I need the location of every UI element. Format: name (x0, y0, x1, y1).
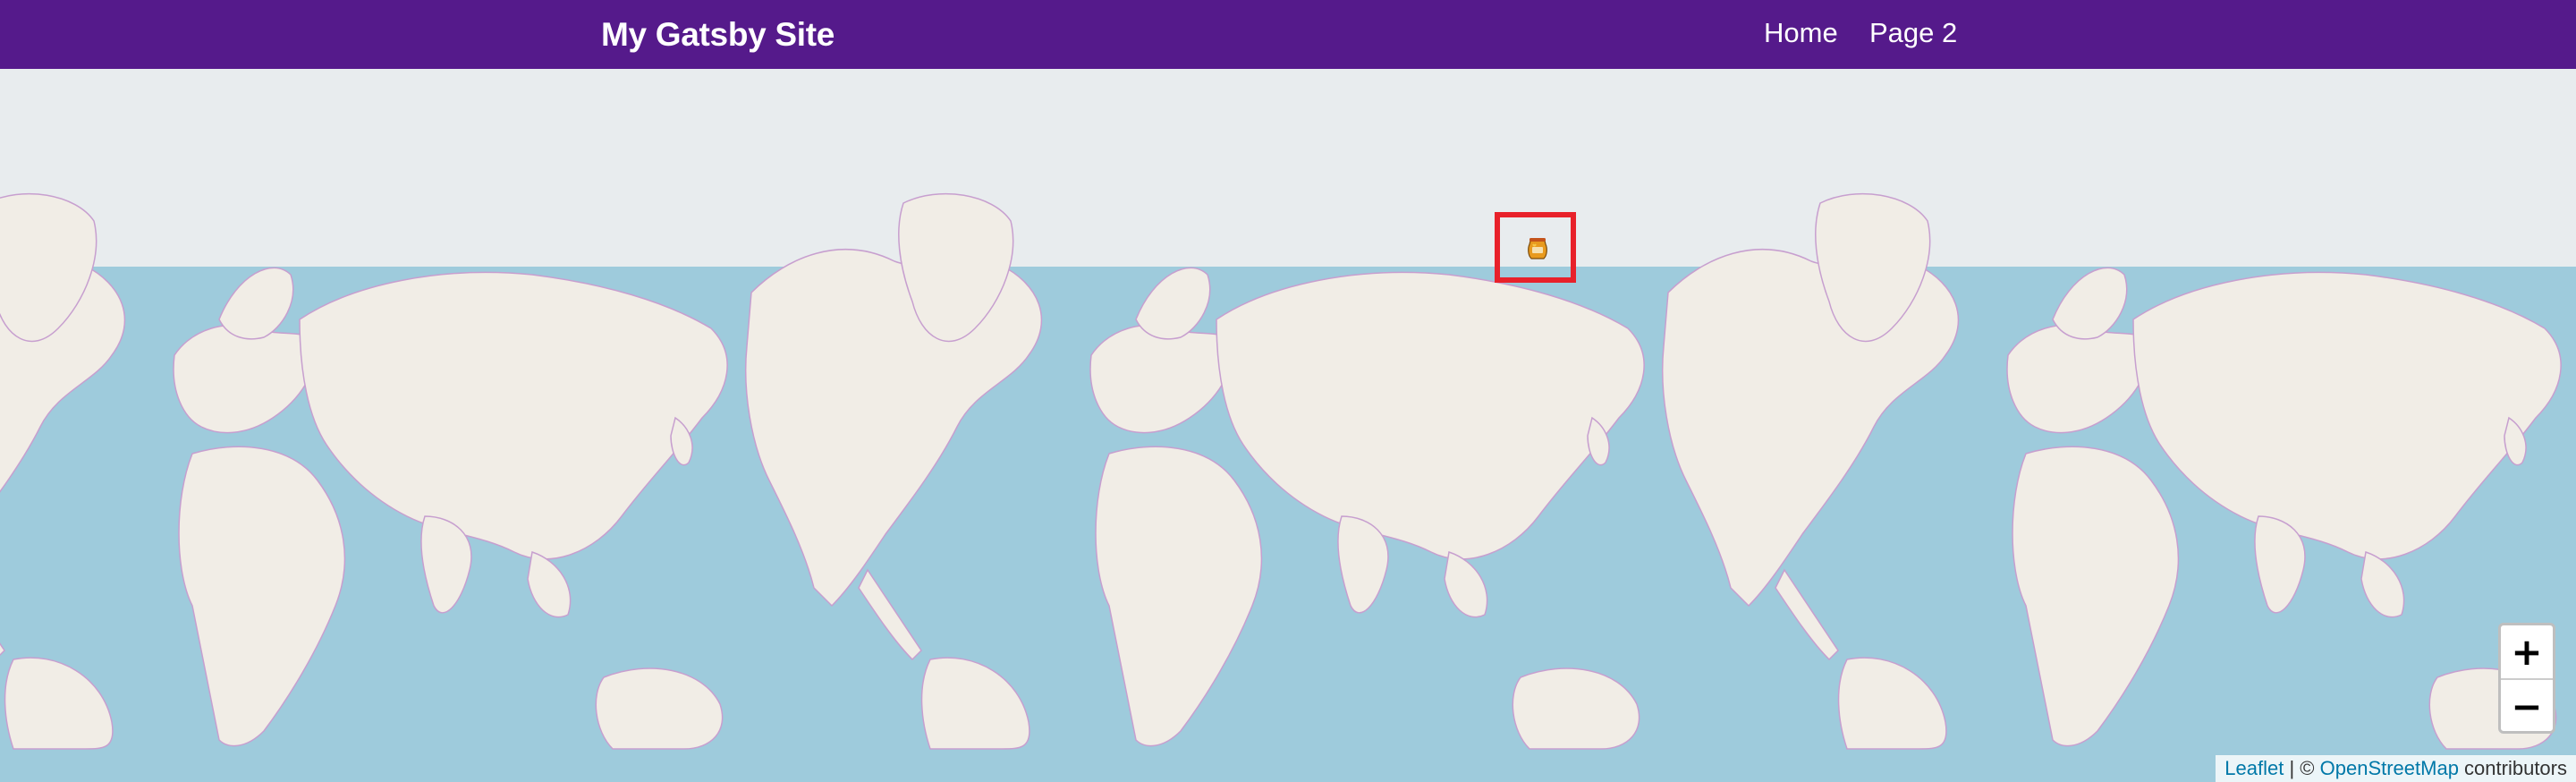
nav-home-link[interactable]: Home (1764, 0, 1838, 65)
honey-pot-icon[interactable] (1527, 235, 1548, 260)
site-title-link[interactable]: My Gatsby Site (601, 0, 835, 69)
attribution-separator: | © (2284, 757, 2320, 779)
off-map-area (0, 69, 2576, 267)
zoom-in-button[interactable]: + (2501, 625, 2553, 680)
map-attribution: Leaflet | © OpenStreetMap contributors (2216, 755, 2576, 782)
site-header: My Gatsby Site Home Page 2 (0, 0, 2576, 69)
leaflet-link[interactable]: Leaflet (2224, 757, 2284, 779)
world-map[interactable]: + − Leaflet | © OpenStreetMap contributo… (0, 69, 2576, 782)
zoom-control: + − (2498, 623, 2555, 734)
zoom-out-button[interactable]: − (2501, 680, 2553, 731)
attribution-suffix: contributors (2458, 757, 2567, 779)
openstreetmap-link[interactable]: OpenStreetMap (2320, 757, 2459, 779)
nav-page2-link[interactable]: Page 2 (1869, 0, 1957, 65)
map-tiles (0, 69, 2576, 782)
